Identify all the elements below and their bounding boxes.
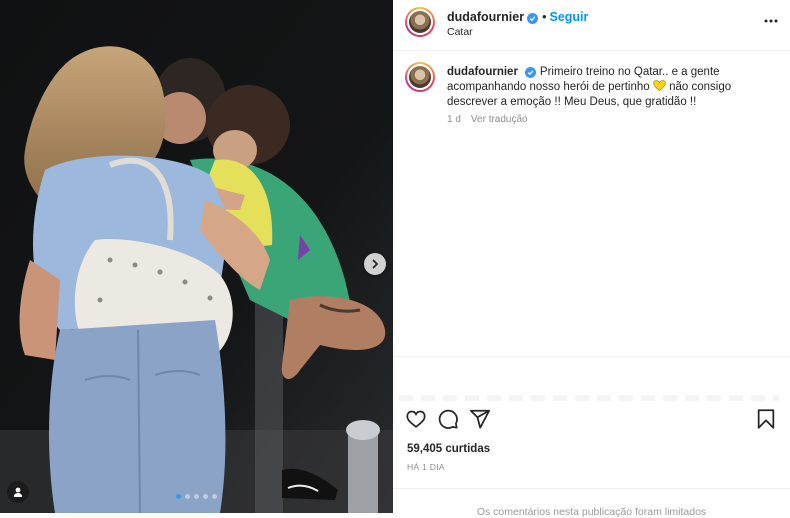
action-bar: [405, 408, 783, 432]
chevron-right-icon: [372, 259, 378, 269]
verified-badge-icon: [527, 13, 539, 24]
post-timestamp[interactable]: HÁ 1 DIA: [407, 462, 445, 472]
share-button[interactable]: [469, 408, 493, 432]
carousel-dot: [203, 494, 208, 499]
carousel-indicator: [176, 494, 217, 499]
post-photo[interactable]: [0, 0, 393, 513]
carousel-dot: [185, 494, 190, 499]
caption-age: 1 d: [447, 114, 461, 125]
carousel-dot: [194, 494, 199, 499]
carousel-next-button[interactable]: [364, 253, 386, 275]
comment-button[interactable]: [437, 408, 461, 432]
author-username[interactable]: dudafournier: [447, 10, 524, 24]
tagged-users-button[interactable]: [7, 481, 29, 503]
photo-image: [0, 0, 393, 513]
obscured-comment-row: [399, 395, 779, 401]
comments-divider: [393, 356, 790, 357]
footer-divider: [393, 488, 790, 489]
caption-username[interactable]: dudafournier: [447, 66, 518, 78]
post-location[interactable]: Catar: [447, 26, 473, 38]
share-icon: [469, 409, 491, 429]
caption-meta: 1 d Ver tradução: [447, 114, 528, 125]
user-tag-icon: [13, 487, 23, 497]
yellow-heart-icon: [652, 80, 666, 92]
more-options-icon: [764, 19, 778, 23]
likes-count[interactable]: 59,405 curtidas: [407, 443, 490, 455]
verified-badge-icon: [524, 67, 536, 78]
comments-limited-notice: Os comentários nesta publicação foram li…: [476, 506, 707, 518]
like-button[interactable]: [405, 408, 429, 432]
avatar[interactable]: [405, 7, 435, 37]
heart-icon: [406, 410, 426, 428]
post-panel: dudafournier • Seguir Catar dudafournier Pr…: [393, 0, 790, 518]
post-header: dudafournier • Seguir: [447, 10, 588, 24]
header-divider: [393, 50, 790, 51]
caption-avatar[interactable]: [405, 62, 435, 92]
comment-icon: [438, 409, 458, 429]
separator-bullet: •: [542, 10, 547, 24]
more-options-button[interactable]: [761, 12, 781, 30]
see-translation-link[interactable]: Ver tradução: [471, 114, 528, 125]
bookmark-icon: [757, 409, 775, 429]
carousel-dot-active: [176, 494, 181, 499]
post-caption: dudafournier Primeiro treino no Qatar.. e…: [447, 65, 772, 110]
carousel-dot: [212, 494, 217, 499]
follow-button[interactable]: Seguir: [549, 10, 588, 24]
save-button[interactable]: [755, 408, 779, 432]
